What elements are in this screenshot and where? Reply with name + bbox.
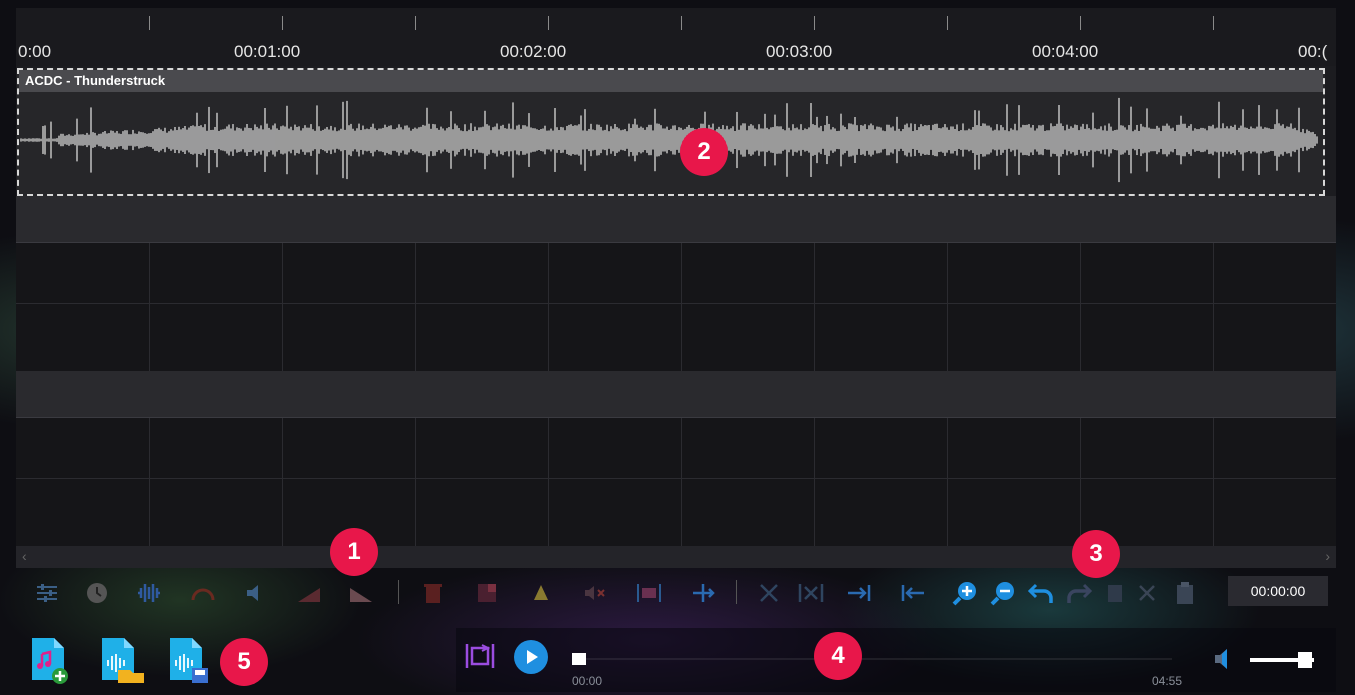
clip-title: ACDC - Thunderstruck: [19, 70, 1323, 92]
callout-badge: 1: [330, 528, 378, 576]
clipboard-icon[interactable]: [1172, 580, 1198, 606]
cut-icon[interactable]: [756, 580, 782, 606]
trim-icon[interactable]: [636, 580, 662, 606]
volume-speaker-icon[interactable]: [1212, 646, 1238, 672]
waveform: [20, 97, 1318, 183]
timeline-editor: 0:00 00:01:00 00:02:00 00:03:00 00:04:00…: [16, 8, 1336, 568]
close-icon[interactable]: [1134, 580, 1160, 606]
toolbar-divider: [398, 580, 399, 604]
ruler-tick: [947, 16, 948, 30]
grid-line: [415, 243, 416, 371]
grid-line: [1213, 418, 1214, 546]
position-label: 00:00: [572, 674, 603, 688]
time-label: 0:00: [18, 42, 52, 61]
callout-badge: 3: [1072, 530, 1120, 578]
normalize-icon[interactable]: [136, 580, 162, 606]
ruler-tick: [681, 16, 682, 30]
seek-handle[interactable]: [572, 653, 586, 665]
duration-label: 04:55: [1152, 674, 1183, 688]
mute-icon[interactable]: [582, 580, 608, 606]
grid-line: [415, 418, 416, 546]
move-left-icon[interactable]: [900, 580, 926, 606]
empty-track-2[interactable]: [16, 243, 1336, 371]
loop-icon[interactable]: [464, 640, 496, 672]
ruler-tick: [548, 16, 549, 30]
callout-badge: 5: [220, 638, 268, 686]
audio-track-1: ACDC - Thunderstruck: [16, 66, 1336, 196]
undo-icon[interactable]: [1028, 580, 1054, 606]
time-label: 00:03:00: [766, 42, 833, 61]
save-project-icon: [170, 638, 208, 683]
grid-line: [681, 243, 682, 371]
zoom-out-icon[interactable]: [990, 580, 1016, 606]
time-label: 00:02:00: [500, 42, 567, 61]
volume-handle[interactable]: [1298, 652, 1312, 668]
effects-icon[interactable]: [528, 580, 554, 606]
ruler-tick: [1213, 16, 1214, 30]
grid-line: [548, 243, 549, 371]
grid-line: [16, 303, 1336, 304]
grid-line: [282, 418, 283, 546]
grid-line: [548, 418, 549, 546]
edit-toolbar: 00:00:00: [16, 570, 1336, 616]
save-project-button[interactable]: [168, 636, 208, 684]
callout-badge: 4: [814, 632, 862, 680]
grid-line: [814, 243, 815, 371]
time-label: 00:01:00: [234, 42, 301, 61]
seek-bar[interactable]: [572, 653, 1172, 665]
open-project-button[interactable]: [100, 636, 144, 684]
ruler-tick: [282, 16, 283, 30]
toolbar-divider: [736, 580, 737, 604]
ruler-tick: [415, 16, 416, 30]
paste-icon[interactable]: [1102, 580, 1128, 606]
time-label: 00:04:00: [1032, 42, 1099, 61]
grid-line: [814, 418, 815, 546]
move-right-icon[interactable]: [846, 580, 872, 606]
horizontal-scrollbar[interactable]: ‹ ›: [16, 546, 1336, 568]
add-audio-icon: [32, 638, 68, 684]
player-bar: 00:00 04:55: [456, 628, 1336, 692]
delete-icon[interactable]: [420, 580, 446, 606]
play-button[interactable]: [514, 640, 548, 674]
scroll-left-icon[interactable]: ‹: [22, 548, 27, 564]
fade-out-icon[interactable]: [348, 580, 374, 606]
cut-selection-icon[interactable]: [798, 580, 824, 606]
scroll-right-icon[interactable]: ›: [1325, 548, 1330, 564]
grid-line: [149, 243, 150, 371]
grid-line: [947, 418, 948, 546]
redo-icon[interactable]: [1066, 580, 1092, 606]
play-icon: [527, 650, 538, 664]
fade-in-icon[interactable]: [296, 580, 322, 606]
grid-line: [681, 418, 682, 546]
grid-line: [16, 478, 1336, 479]
clock-icon[interactable]: [84, 580, 110, 606]
current-time-display: 00:00:00: [1228, 576, 1328, 606]
grid-line: [1080, 418, 1081, 546]
speed-icon[interactable]: [190, 580, 216, 606]
callout-badge: 2: [680, 128, 728, 176]
ruler-tick: [814, 16, 815, 30]
open-project-icon: [102, 638, 144, 683]
ruler-tick: [1080, 16, 1081, 30]
time-ruler[interactable]: 0:00 00:01:00 00:02:00 00:03:00 00:04:00…: [16, 8, 1336, 66]
grid-line: [1213, 243, 1214, 371]
zoom-in-icon[interactable]: [952, 580, 978, 606]
volume-icon[interactable]: [242, 580, 268, 606]
mixer-icon[interactable]: [34, 580, 60, 606]
grid-line: [149, 418, 150, 546]
add-audio-button[interactable]: [30, 636, 68, 684]
split-icon[interactable]: [690, 580, 716, 606]
track-lane: [16, 371, 1336, 417]
audio-clip[interactable]: ACDC - Thunderstruck: [17, 68, 1325, 196]
crop-icon[interactable]: [474, 580, 500, 606]
track-lane: [16, 196, 1336, 242]
grid-line: [947, 243, 948, 371]
empty-track-3[interactable]: [16, 418, 1336, 546]
ruler-tick: [149, 16, 150, 30]
grid-line: [282, 243, 283, 371]
time-label: 00:(: [1298, 42, 1328, 61]
grid-line: [1080, 243, 1081, 371]
